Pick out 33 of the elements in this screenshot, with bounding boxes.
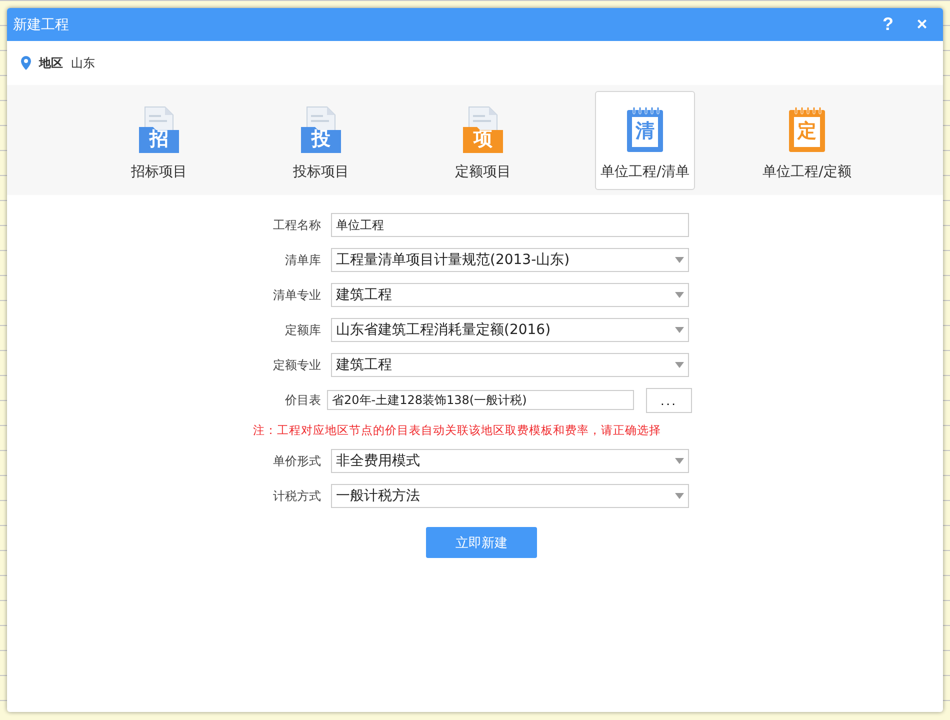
caret-icon (675, 327, 684, 333)
field-label: 价目表 (284, 392, 321, 408)
dropdown-field[interactable]: 山东省建筑工程消耗量定额(2016) (331, 318, 689, 342)
dropdown-field[interactable]: 一般计税方法 (331, 484, 689, 508)
field-label: 定额专业 (272, 356, 321, 374)
project-type-tab[interactable]: 定 单位工程/定额 (757, 90, 857, 190)
project-type-tab[interactable]: 清 单位工程/清单 (595, 90, 695, 190)
caret-icon (675, 292, 684, 298)
caret-icon (675, 362, 684, 368)
window-title: 新建工程 (13, 16, 69, 34)
project-type-tab[interactable]: 项 定额项目 (433, 90, 533, 190)
project-type-tab[interactable]: 投 投标项目 (271, 90, 371, 190)
dropdown-field[interactable]: 非全费用模式 (331, 449, 689, 473)
field-label: 工程名称 (272, 216, 321, 234)
location-pin-icon (21, 56, 31, 70)
input-field[interactable]: 单位工程 (331, 213, 689, 237)
field-label: 定额库 (284, 322, 321, 338)
project-type-tab[interactable]: 招 招标项目 (109, 90, 209, 190)
input-field[interactable]: 省20年-土建128装饰138(一般计税) (327, 390, 634, 410)
field-label: 单价形式 (272, 452, 321, 470)
dropdown-field[interactable]: 工程量清单项目计量规范(2013-山东) (331, 248, 689, 272)
field-label: 计税方式 (272, 488, 321, 504)
dropdown-field[interactable]: 建筑工程 (331, 353, 689, 377)
caret-icon (675, 257, 684, 263)
field-label: 清单专业 (272, 286, 321, 304)
region-value: 山东 (71, 54, 95, 72)
field-label: 清单库 (284, 252, 321, 268)
region-label: 地区 (39, 54, 63, 72)
warning-note: 注：工程对应地区节点的价目表自动关联该地区取费模板和费率，请正确选择 (253, 423, 661, 438)
caret-icon (675, 458, 684, 464)
browse-button[interactable]: ... (646, 388, 692, 412)
caret-icon (675, 493, 684, 499)
dropdown-field[interactable]: 建筑工程 (331, 283, 689, 307)
